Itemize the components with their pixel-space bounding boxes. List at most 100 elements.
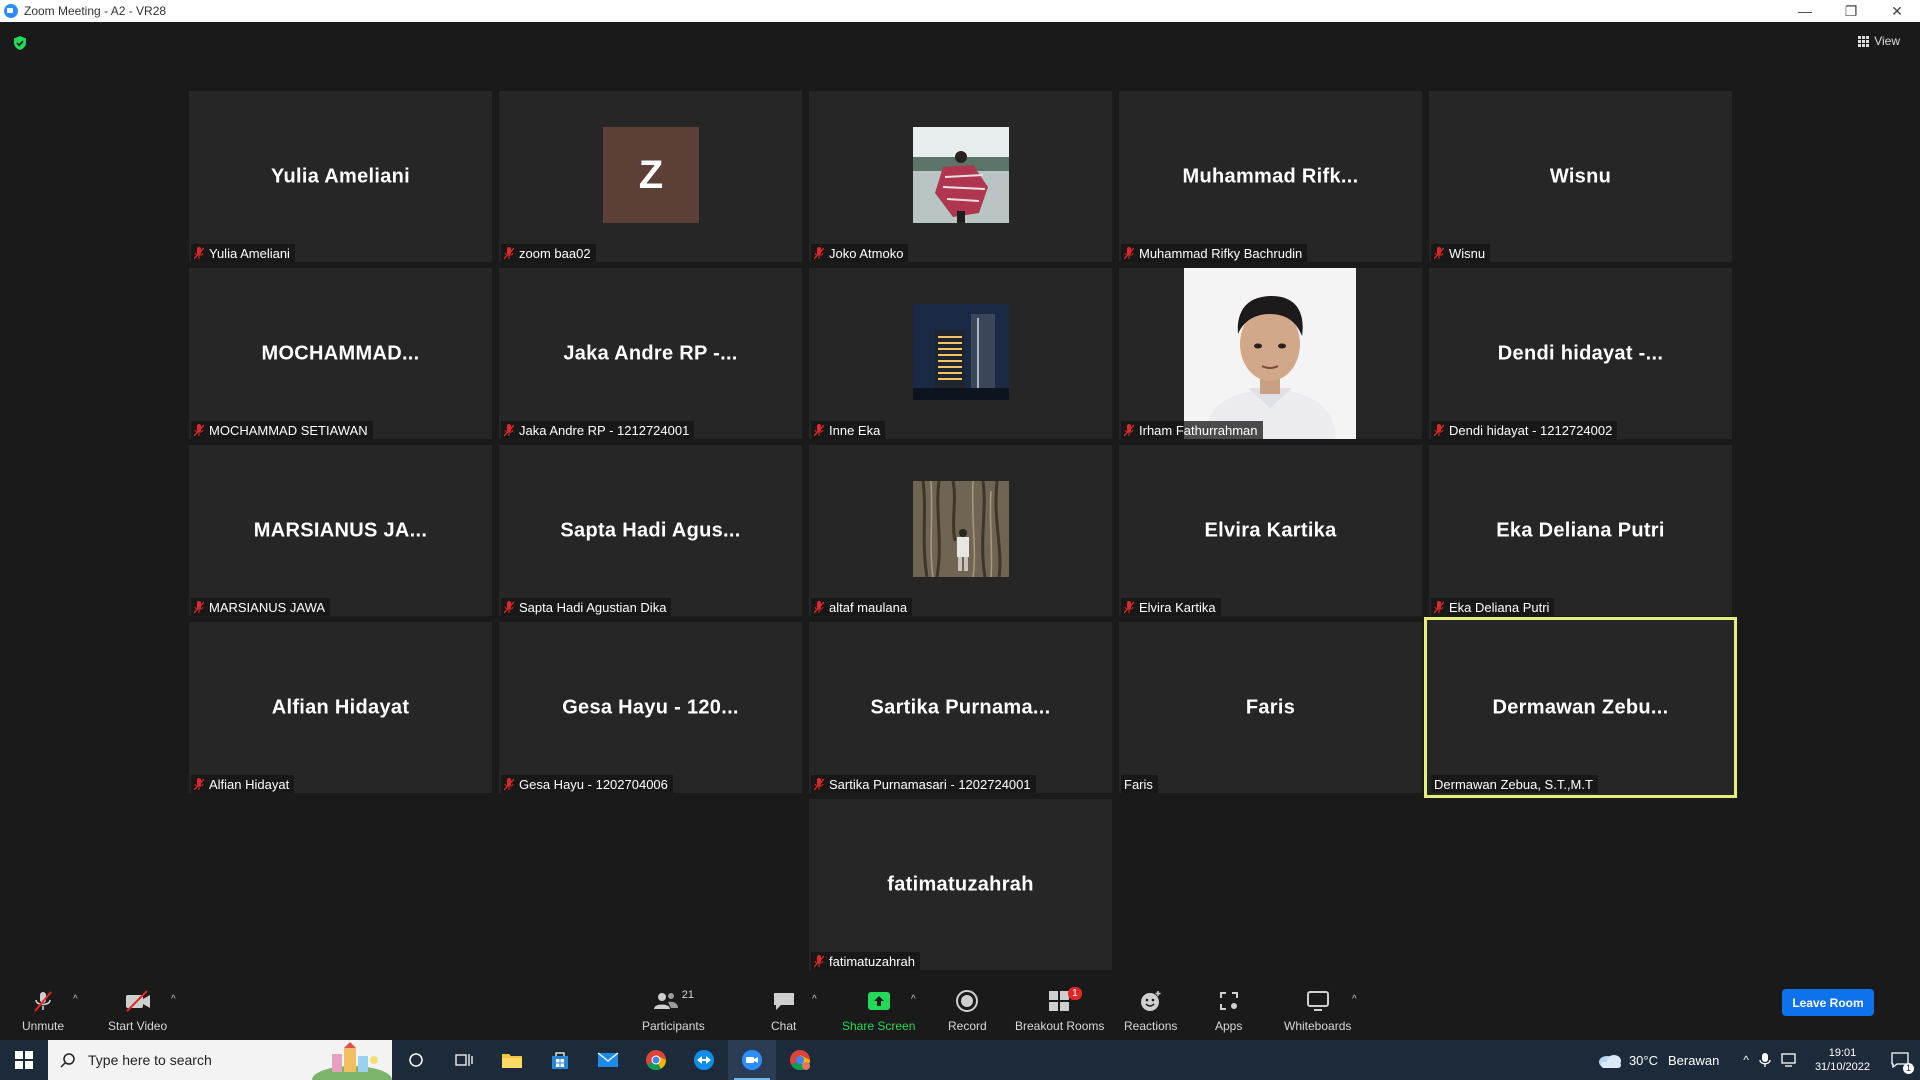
participant-nametag: Sapta Hadi Agustian Dika [501,598,672,616]
weather-temperature[interactable]: 30°C [1629,1053,1658,1068]
participant-name-label: Joko Atmoko [829,245,904,261]
encryption-shield-icon[interactable] [12,35,28,51]
participants-button[interactable]: 21 Participants [642,989,705,1033]
chat-options-caret[interactable]: ^ [812,994,817,1005]
chrome-profile-taskbar-button[interactable] [776,1040,824,1080]
participant-nametag: fatimatuzahrah [811,952,920,970]
participant-tile[interactable]: Irham Fathurrahman [1119,268,1422,439]
whiteboards-button[interactable]: Whiteboards [1284,989,1351,1033]
participant-tile[interactable]: Alfian Hidayat Alfian Hidayat [189,622,492,793]
participant-name-label: Eka Deliana Putri [1449,599,1550,615]
participant-name-label: zoom baa02 [519,245,591,261]
apps-label: Apps [1215,1019,1243,1033]
participant-video-feed [1184,268,1356,439]
participant-display-name: Muhammad Rifk... [1182,165,1359,187]
system-tray: 30°C Berawan ^ 19:01 31/10/2022 1 [1597,1040,1920,1080]
participant-name-label: Sartika Purnamasari - 1202724001 [829,776,1031,792]
participant-tile[interactable]: Faris Faris [1119,622,1422,793]
participant-nametag: Muhammad Rifky Bachrudin [1121,244,1308,262]
participant-display-name: Dermawan Zebu... [1492,696,1669,718]
breakout-rooms-button[interactable]: 1 Breakout Rooms [1015,987,1104,1033]
participant-tile-active-speaker[interactable]: Dermawan Zebu... Dermawan Zebua, S.T.,M.… [1424,617,1737,798]
participant-tile[interactable]: Sartika Purnama... Sartika Purnamasari -… [809,622,1112,793]
taskbar-clock[interactable]: 19:01 31/10/2022 [1815,1046,1870,1074]
apps-button[interactable]: Apps [1215,989,1242,1033]
participant-tile[interactable]: Elvira Kartika Elvira Kartika [1119,445,1422,616]
network-icon[interactable] [1781,1053,1799,1067]
task-view-button[interactable] [440,1040,488,1080]
record-button[interactable]: Record [948,989,987,1033]
share-options-caret[interactable]: ^ [911,994,916,1005]
participant-tile[interactable]: Dendi hidayat -... Dendi hidayat - 12127… [1429,268,1732,439]
participant-tile[interactable]: Yulia Ameliani Yulia Ameliani [189,91,492,262]
participant-tile[interactable]: Gesa Hayu - 120... Gesa Hayu - 120270400… [499,622,802,793]
chrome-taskbar-button[interactable] [632,1040,680,1080]
participant-display-name: Sartika Purnama... [870,696,1051,718]
participant-display-name: Jaka Andre RP -... [563,342,738,364]
chat-bubble-icon [772,989,796,1013]
participant-display-name: MOCHAMMAD... [261,342,420,364]
participant-tile[interactable]: Eka Deliana Putri Eka Deliana Putri [1429,445,1732,616]
participant-tile[interactable]: Joko Atmoko [809,91,1112,262]
notification-center-button[interactable]: 1 [1880,1040,1920,1080]
weather-description[interactable]: Berawan [1668,1053,1719,1068]
participant-tile[interactable]: fatimatuzahrah fatimatuzahrah [809,799,1112,970]
windows-start-button[interactable] [0,1040,48,1080]
clock-date: 31/10/2022 [1814,1061,1870,1073]
start-video-button[interactable]: Start Video [108,989,167,1033]
mic-muted-icon [1434,246,1444,260]
participant-name-label: Yulia Ameliani [209,245,290,261]
taskbar-search[interactable]: Type here to search [48,1040,392,1080]
participant-tile[interactable]: altaf maulana [809,445,1112,616]
notification-count: 1 [1902,1063,1914,1074]
breakout-rooms-badge: 1 [1068,987,1082,1000]
mic-muted-icon [1124,246,1134,260]
zoom-taskbar-button[interactable] [728,1040,776,1080]
participant-tile[interactable]: Inne Eka [809,268,1112,439]
unmute-button[interactable]: Unmute [22,989,64,1033]
reactions-button[interactable]: Reactions [1124,989,1177,1033]
audio-options-caret[interactable]: ^ [73,994,78,1005]
start-video-label: Start Video [108,1019,168,1033]
participant-name-label: Wisnu [1449,245,1486,261]
share-screen-button[interactable]: Share Screen [842,989,915,1033]
participant-nametag: Dendi hidayat - 1212724002 [1431,421,1618,439]
participant-display-name: MARSIANUS JA... [253,519,428,541]
whiteboards-options-caret[interactable]: ^ [1352,994,1357,1005]
participant-nametag: Jaka Andre RP - 1212724001 [501,421,695,439]
participant-tile[interactable]: Jaka Andre RP -... Jaka Andre RP - 12127… [499,268,802,439]
window-controls: — ❐ ✕ [1782,0,1920,22]
leave-room-button[interactable]: Leave Room [1782,989,1874,1016]
participants-icon: 21 [653,989,694,1013]
chat-button[interactable]: Chat [771,989,796,1033]
task-view-cortana-button[interactable] [392,1040,440,1080]
minimize-button[interactable]: — [1782,0,1828,22]
clock-time: 19:01 [1828,1047,1857,1059]
participant-tile[interactable]: MOCHAMMAD... MOCHAMMAD SETIAWAN [189,268,492,439]
restore-button[interactable]: ❐ [1828,0,1874,22]
video-options-caret[interactable]: ^ [171,994,176,1005]
unmute-label: Unmute [22,1019,65,1033]
teamviewer-taskbar-button[interactable] [680,1040,728,1080]
participant-tile[interactable]: Wisnu Wisnu [1429,91,1732,262]
microphone-icon[interactable] [1759,1052,1771,1068]
participants-count: 21 [681,989,694,1001]
store-taskbar-button[interactable] [536,1040,584,1080]
view-button[interactable]: View [1858,34,1900,48]
chevron-up-icon[interactable]: ^ [1743,1053,1749,1067]
participant-display-name: Sapta Hadi Agus... [560,519,741,541]
participant-tile[interactable]: MARSIANUS JA... MARSIANUS JAWA [189,445,492,616]
record-label: Record [948,1019,987,1033]
mail-taskbar-button[interactable] [584,1040,632,1080]
close-button[interactable]: ✕ [1874,0,1920,22]
participant-tile[interactable]: Sapta Hadi Agus... Sapta Hadi Agustian D… [499,445,802,616]
file-explorer-taskbar-button[interactable] [488,1040,536,1080]
participant-nametag: Faris [1121,775,1158,793]
participant-name-label: Dermawan Zebua, S.T.,M.T [1434,776,1593,792]
cortana-circle-icon [409,1053,423,1067]
participant-tile[interactable]: Muhammad Rifk... Muhammad Rifky Bachrudi… [1119,91,1422,262]
weather-cloud-icon[interactable] [1597,1051,1623,1069]
participant-tile[interactable]: Z zoom baa02 [499,91,802,262]
mic-muted-icon [814,954,824,968]
participant-display-name: Gesa Hayu - 120... [562,696,739,718]
